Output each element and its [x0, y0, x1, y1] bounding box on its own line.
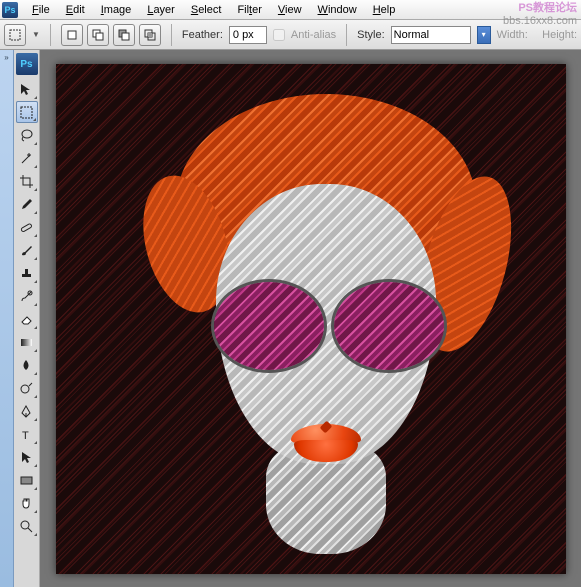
- wand-icon: [19, 151, 34, 166]
- brush-tool[interactable]: [16, 239, 38, 261]
- crop-icon: [19, 174, 34, 189]
- zoom-tool[interactable]: [16, 515, 38, 537]
- main-area: » Ps T: [0, 50, 581, 587]
- eyedropper-tool[interactable]: [16, 193, 38, 215]
- ps-logo-icon: Ps: [16, 53, 38, 75]
- options-bar: ▼ Feather: Anti-alias Style: ▾ Width: He…: [0, 20, 581, 50]
- drop-icon: [19, 358, 34, 373]
- blur-tool[interactable]: [16, 354, 38, 376]
- history-brush-icon: [19, 289, 34, 304]
- dodge-icon: [19, 381, 34, 396]
- menu-bar: Ps File Edit Image Layer Select Filter V…: [0, 0, 581, 20]
- pen-icon: [19, 404, 34, 419]
- healing-tool[interactable]: [16, 216, 38, 238]
- antialias-checkbox: [273, 29, 285, 41]
- eyedropper-icon: [19, 197, 34, 212]
- arrow-icon: [19, 450, 34, 465]
- watermark: PS教程论坛 bbs.16xx8.com: [503, 2, 577, 28]
- artwork-glasses-left: [214, 282, 324, 370]
- history-brush-tool[interactable]: [16, 285, 38, 307]
- squares-int-icon: [143, 28, 157, 42]
- squares-add-icon: [91, 28, 105, 42]
- menu-select[interactable]: Select: [183, 2, 230, 18]
- lasso-icon: [19, 128, 34, 143]
- menu-window[interactable]: Window: [310, 2, 365, 18]
- hand-icon: [19, 496, 34, 511]
- stamp-icon: [19, 266, 34, 281]
- gradient-tool[interactable]: [16, 331, 38, 353]
- toolbox: Ps T: [14, 50, 40, 587]
- wand-tool[interactable]: [16, 147, 38, 169]
- feather-label: Feather:: [182, 29, 223, 41]
- selection-add-button[interactable]: [87, 24, 109, 46]
- zoom-icon: [19, 519, 34, 534]
- eraser-icon: [19, 312, 34, 327]
- document-canvas[interactable]: [56, 64, 566, 574]
- artwork-glasses-right: [334, 282, 444, 370]
- style-select[interactable]: [391, 26, 471, 44]
- menu-layer[interactable]: Layer: [139, 2, 183, 18]
- tool-strip[interactable]: »: [0, 50, 14, 587]
- app-icon: Ps: [2, 2, 18, 18]
- marquee-tool[interactable]: [16, 101, 38, 123]
- canvas-wrap: [40, 50, 581, 587]
- stamp-tool[interactable]: [16, 262, 38, 284]
- eraser-tool[interactable]: [16, 308, 38, 330]
- crop-tool[interactable]: [16, 170, 38, 192]
- antialias-label: Anti-alias: [291, 29, 336, 41]
- selection-intersect-button[interactable]: [139, 24, 161, 46]
- path-select-tool[interactable]: [16, 446, 38, 468]
- gradient-icon: [19, 335, 34, 350]
- menu-help[interactable]: Help: [365, 2, 404, 18]
- pen-tool[interactable]: [16, 400, 38, 422]
- artwork-lips: [291, 424, 361, 462]
- move-tool[interactable]: [16, 78, 38, 100]
- menu-image[interactable]: Image: [93, 2, 140, 18]
- feather-input[interactable]: [229, 26, 267, 44]
- square-icon: [65, 28, 79, 42]
- move-icon: [19, 82, 34, 97]
- squares-sub-icon: [117, 28, 131, 42]
- style-dropdown-button[interactable]: ▾: [477, 26, 491, 44]
- watermark-line2: bbs.16xx8.com: [503, 15, 577, 28]
- menu-filter[interactable]: Filter: [229, 2, 269, 18]
- type-icon: T: [19, 427, 34, 442]
- current-tool-preset[interactable]: [4, 24, 26, 46]
- hand-tool[interactable]: [16, 492, 38, 514]
- menu-edit[interactable]: Edit: [58, 2, 93, 18]
- menu-file[interactable]: File: [24, 2, 58, 18]
- rect-icon: [19, 473, 34, 488]
- selection-new-button[interactable]: [61, 24, 83, 46]
- rectangle-tool[interactable]: [16, 469, 38, 491]
- svg-text:T: T: [22, 430, 29, 442]
- brush-icon: [19, 243, 34, 258]
- bandage-icon: [19, 220, 34, 235]
- selection-mode-group: [61, 24, 161, 46]
- chevron-down-icon: ▼: [32, 30, 40, 39]
- menu-view[interactable]: View: [270, 2, 310, 18]
- style-label: Style:: [357, 29, 385, 41]
- watermark-line1: PS教程论坛: [503, 2, 577, 15]
- type-tool[interactable]: T: [16, 423, 38, 445]
- selection-subtract-button[interactable]: [113, 24, 135, 46]
- dodge-tool[interactable]: [16, 377, 38, 399]
- marquee-icon: [8, 28, 22, 42]
- height-label: Height:: [542, 29, 577, 41]
- collapse-arrows-icon: »: [4, 53, 8, 62]
- lasso-tool[interactable]: [16, 124, 38, 146]
- width-label: Width:: [497, 29, 528, 41]
